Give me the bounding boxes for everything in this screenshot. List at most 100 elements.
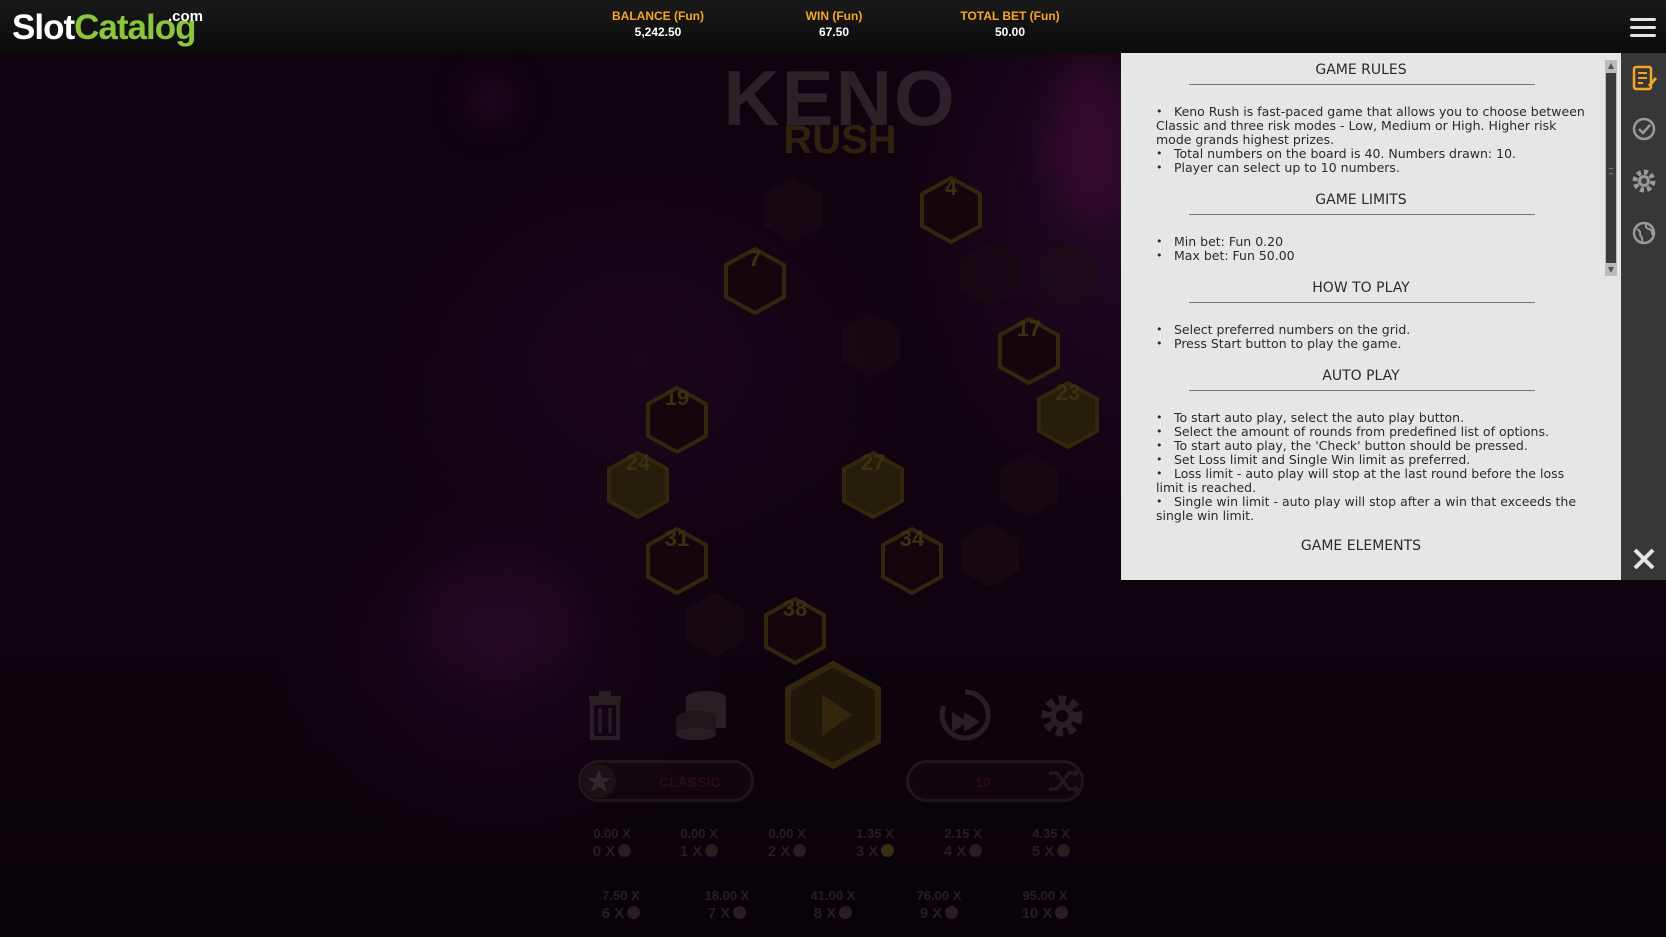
- gear-icon: [1041, 695, 1083, 737]
- balance-display: BALANCE (Fun) 5,242.50: [588, 9, 728, 39]
- logo-slot-text: Slot: [12, 8, 75, 47]
- number-count-selector[interactable]: 10: [906, 760, 1084, 802]
- number-label: 24: [625, 450, 651, 475]
- number-label: 38: [782, 596, 808, 621]
- list-item: Select preferred numbers on the grid.: [1156, 323, 1586, 338]
- paytable-cell: 7.50 X 6 X: [586, 888, 656, 922]
- number-cell[interactable]: [955, 240, 1025, 310]
- total-bet-value: 50.00: [994, 25, 1026, 39]
- coin-icon: [627, 906, 641, 919]
- clear-button[interactable]: [585, 690, 625, 740]
- scroll-thumb[interactable]: [1606, 73, 1616, 263]
- number-cell[interactable]: 17: [994, 316, 1064, 386]
- number-cell[interactable]: [994, 450, 1064, 520]
- shuffle-icon[interactable]: [1045, 763, 1081, 799]
- how-to-play-list: Select preferred numbers on the grid. Pr…: [1156, 323, 1586, 352]
- number-cell[interactable]: [1033, 240, 1103, 310]
- game-logo: KENO RUSH: [710, 58, 970, 163]
- multiplier: 95.00 X: [1022, 888, 1068, 903]
- number-cell[interactable]: 7: [720, 246, 790, 316]
- game-rules-heading: GAME RULES: [1315, 62, 1407, 78]
- scroll-down-arrow-icon[interactable]: ▼: [1605, 264, 1617, 276]
- number-cell[interactable]: 4: [916, 175, 986, 245]
- coin-icon: [793, 844, 807, 857]
- decor-blob: [470, 80, 510, 120]
- divider: [1189, 302, 1535, 303]
- number-cell[interactable]: [836, 310, 906, 380]
- number-label: 31: [664, 526, 690, 551]
- game-settings-button[interactable]: [1036, 690, 1088, 742]
- number-cell[interactable]: 31: [642, 526, 712, 596]
- list-item: Set Loss limit and Single Win limit as p…: [1156, 453, 1586, 468]
- play-button[interactable]: [782, 660, 884, 770]
- coin-icon: [969, 844, 983, 857]
- hits: 6 X: [601, 905, 625, 922]
- top-bar: SlotCatalog .com BALANCE (Fun) 5,242.50 …: [0, 0, 1666, 53]
- number-cell[interactable]: [680, 590, 750, 660]
- game-elements-heading: GAME ELEMENTS: [1300, 538, 1422, 554]
- number-cell[interactable]: [955, 520, 1025, 590]
- settings-icon[interactable]: [1631, 168, 1657, 194]
- coin-icon: [618, 844, 632, 857]
- list-item: Select the amount of rounds from predefi…: [1156, 425, 1586, 440]
- number-cell[interactable]: 19: [642, 385, 712, 455]
- autoplay-button[interactable]: [938, 688, 992, 742]
- hits: 3 X: [855, 843, 879, 860]
- trash-icon: [589, 691, 621, 740]
- paytable-cell: 0.00 X 0 X: [577, 826, 647, 860]
- number-label: 4: [944, 175, 958, 200]
- count-label: 10: [975, 774, 991, 790]
- grip-icon: [1609, 168, 1613, 174]
- multiplier: 0.00 X: [593, 826, 631, 841]
- rules-scrollbar[interactable]: ▲ ▼: [1605, 60, 1617, 276]
- list-item: Loss limit - auto play will stop at the …: [1156, 467, 1586, 495]
- coin-icon: [839, 906, 853, 919]
- auto-play-heading: AUTO PLAY: [1322, 368, 1400, 384]
- language-icon[interactable]: [1631, 220, 1657, 246]
- number-cell[interactable]: 23: [1033, 380, 1103, 450]
- list-item: Keno Rush is fast-paced game that allows…: [1156, 105, 1586, 147]
- paytable-cell: 76.00 X 9 X: [904, 888, 974, 922]
- autoplay-icon: [939, 689, 991, 741]
- how-to-play-heading: HOW TO PLAY: [1312, 280, 1410, 296]
- history-icon[interactable]: [1631, 116, 1657, 142]
- number-label: 19: [664, 385, 690, 410]
- balance-value: 5,242.50: [634, 25, 682, 39]
- total-bet-display: TOTAL BET (Fun) 50.00: [940, 9, 1080, 39]
- paytable-cell: 1.35 X 3 X: [840, 826, 910, 860]
- multiplier: 4.35 X: [1032, 826, 1070, 841]
- paytable-cell: 0.00 X 2 X: [752, 826, 822, 860]
- list-item: Total numbers on the board is 40. Number…: [1156, 147, 1586, 162]
- win-display: WIN (Fun) 67.50: [764, 9, 904, 39]
- number-cell[interactable]: 24: [603, 450, 673, 520]
- logo-dotcom-text: .com: [168, 8, 204, 25]
- mode-label: CLASSIC: [659, 774, 721, 790]
- multiplier: 0.00 X: [768, 826, 806, 841]
- number-cell[interactable]: 38: [760, 596, 830, 666]
- list-item: Min bet: Fun 0.20: [1156, 235, 1586, 250]
- decor-blob: [1050, 60, 1130, 220]
- paytable-cell: 95.00 X 10 X: [1010, 888, 1080, 922]
- rules-icon[interactable]: [1631, 65, 1657, 91]
- multiplier: 7.50 X: [602, 888, 640, 903]
- number-cell[interactable]: [758, 175, 828, 245]
- bet-coins-button[interactable]: [672, 688, 732, 740]
- list-item: Player can select up to 10 numbers.: [1156, 161, 1586, 176]
- paytable-cell: 0.00 X 1 X: [664, 826, 734, 860]
- site-logo[interactable]: SlotCatalog .com: [12, 8, 203, 54]
- hamburger-menu-icon[interactable]: [1630, 18, 1656, 40]
- mode-selector[interactable]: CLASSIC: [578, 760, 754, 802]
- scroll-up-arrow-icon[interactable]: ▲: [1605, 60, 1617, 72]
- multiplier: 2.15 X: [944, 826, 982, 841]
- close-icon[interactable]: [1631, 546, 1657, 572]
- number-label: 34: [899, 526, 925, 551]
- number-label: [994, 450, 1064, 520]
- multiplier: 41.00 X: [810, 888, 856, 903]
- rules-content[interactable]: GAME RULES Keno Rush is fast-paced game …: [1121, 53, 1603, 580]
- coin-icon: [881, 844, 895, 857]
- game-logo-rush: RUSH: [783, 118, 897, 162]
- side-menu: [1621, 53, 1666, 580]
- number-cell[interactable]: 34: [877, 526, 947, 596]
- coin-icon: [705, 844, 719, 857]
- number-cell[interactable]: 27: [838, 450, 908, 520]
